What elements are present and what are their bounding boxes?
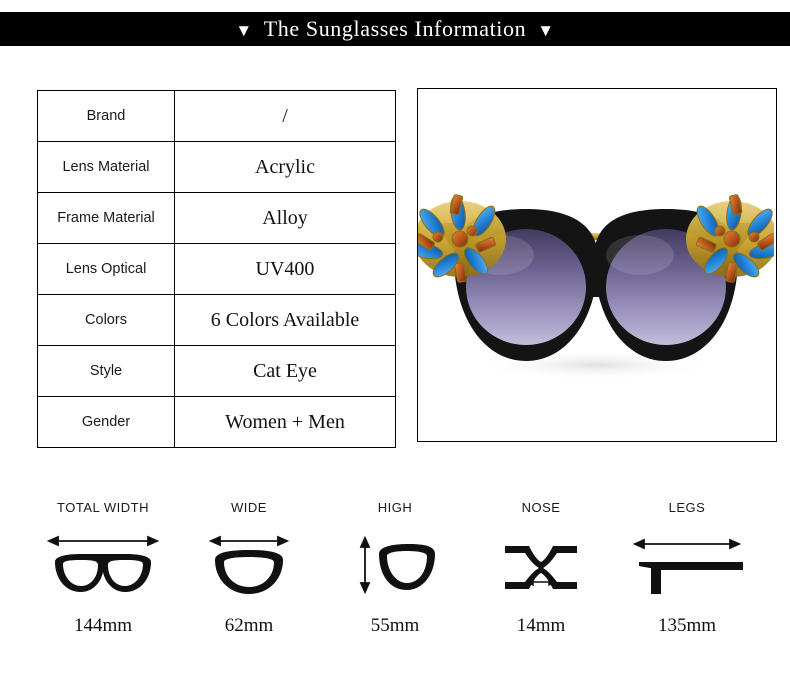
spec-label-frame-material: Frame Material	[37, 192, 175, 244]
page-title: ▼ The Sunglasses Information ▼	[235, 16, 554, 42]
specification-table-body: Brand / Lens Material Acrylic Frame Mate…	[37, 90, 396, 448]
lens-height-icon	[353, 529, 437, 599]
table-row: Lens Material Acrylic	[37, 141, 396, 193]
page-header-bar: ▼ The Sunglasses Information ▼	[0, 12, 790, 46]
specification-table: Brand / Lens Material Acrylic Frame Mate…	[37, 90, 396, 448]
full-frame-width-icon	[47, 529, 159, 599]
table-row: Colors 6 Colors Available	[37, 294, 396, 346]
spec-label-style: Style	[37, 345, 175, 397]
measure-label-nose: NOSE	[521, 500, 561, 515]
triangle-down-left-icon: ▼	[235, 20, 253, 40]
lens-width-icon	[207, 529, 291, 599]
table-row: Lens Optical UV400	[37, 243, 396, 295]
table-row: Gender Women + Men	[37, 396, 396, 448]
nose-bridge-icon	[499, 529, 583, 599]
table-row: Style Cat Eye	[37, 345, 396, 397]
spec-label-colors: Colors	[37, 294, 175, 346]
triangle-down-right-icon: ▼	[537, 20, 555, 40]
measure-label-total-width: TOTAL WIDTH	[57, 500, 149, 515]
measure-item-nose: NOSE 14mm	[468, 500, 614, 637]
measure-value-total-width: 144mm	[73, 615, 133, 636]
measure-label-high: HIGH	[377, 500, 413, 515]
measure-label-legs: LEGS	[668, 500, 706, 515]
table-row: Frame Material Alloy	[37, 192, 396, 244]
measure-item-wide: WIDE 62mm	[176, 500, 322, 637]
spec-label-brand: Brand	[37, 90, 175, 142]
measure-value-high: 55mm	[370, 615, 420, 636]
measurement-strip: TOTAL WIDTH 144mm WIDE 62mm HIGH 55mm NO…	[0, 500, 790, 670]
measure-label-wide: WIDE	[231, 500, 267, 515]
measure-item-high: HIGH 55mm	[322, 500, 468, 637]
spec-label-lens-material: Lens Material	[37, 141, 175, 193]
spec-value-colors: 6 Colors Available	[174, 294, 396, 346]
table-row: Brand /	[37, 90, 396, 142]
page-title-text: The Sunglasses Information	[263, 16, 527, 41]
temple-arm-icon	[631, 529, 743, 599]
spec-value-frame-material: Alloy	[174, 192, 396, 244]
spec-label-gender: Gender	[37, 396, 175, 448]
measure-value-nose: 14mm	[516, 615, 566, 636]
spec-value-lens-optical: UV400	[174, 243, 396, 295]
measure-value-wide: 62mm	[224, 615, 274, 636]
spec-value-style: Cat Eye	[174, 345, 396, 397]
spec-value-brand: /	[174, 90, 396, 142]
measure-item-total-width: TOTAL WIDTH 144mm	[30, 500, 176, 637]
measure-value-legs: 135mm	[657, 615, 717, 636]
spec-value-lens-material: Acrylic	[174, 141, 396, 193]
product-image-panel	[417, 88, 777, 442]
spec-value-gender: Women + Men	[174, 396, 396, 448]
spec-label-lens-optical: Lens Optical	[37, 243, 175, 295]
measure-item-legs: LEGS 135mm	[614, 500, 760, 637]
sunglasses-product-photo	[418, 89, 774, 439]
